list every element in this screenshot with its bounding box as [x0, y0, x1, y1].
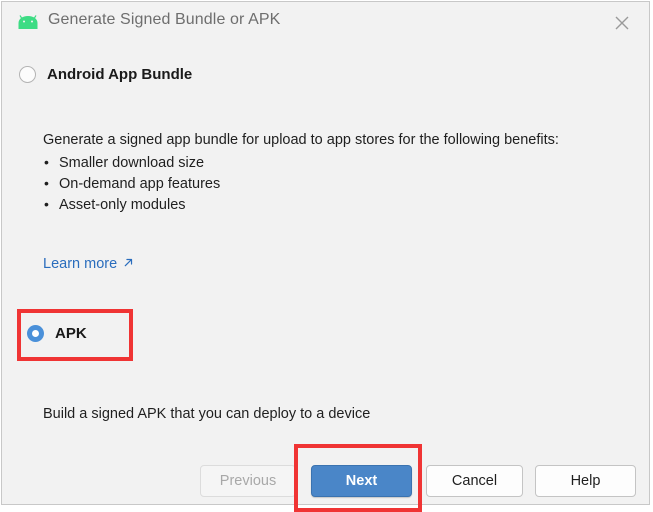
learn-more-label: Learn more	[43, 256, 118, 272]
list-item: Smaller download size	[43, 152, 220, 174]
dialog-title: Generate Signed Bundle or APK	[48, 11, 281, 28]
previous-button[interactable]: Previous	[200, 465, 296, 497]
radio-button-apk[interactable]	[27, 325, 44, 342]
next-button[interactable]: Next	[311, 465, 412, 497]
generate-signed-bundle-dialog: Generate Signed Bundle or APK Android Ap…	[1, 1, 650, 505]
radio-button-android-app-bundle[interactable]	[19, 66, 36, 83]
bundle-description-intro: Generate a signed app bundle for upload …	[43, 132, 559, 148]
radio-label-android-app-bundle: Android App Bundle	[47, 66, 193, 83]
close-icon[interactable]	[611, 12, 633, 34]
external-link-arrow-icon	[123, 257, 134, 272]
apk-description: Build a signed APK that you can deploy t…	[43, 406, 371, 422]
radio-option-apk[interactable]: APK	[27, 325, 87, 342]
list-item: On-demand app features	[43, 173, 220, 195]
radio-label-apk: APK	[55, 325, 87, 342]
list-item: Asset-only modules	[43, 194, 220, 216]
help-button[interactable]: Help	[535, 465, 636, 497]
radio-option-android-app-bundle[interactable]: Android App Bundle	[19, 66, 192, 83]
android-robot-icon	[17, 14, 39, 30]
dialog-titlebar: Generate Signed Bundle or APK	[2, 2, 649, 42]
bundle-benefits-list: Smaller download size On-demand app feat…	[43, 152, 220, 216]
cancel-button[interactable]: Cancel	[426, 465, 523, 497]
learn-more-link[interactable]: Learn more	[43, 256, 134, 272]
